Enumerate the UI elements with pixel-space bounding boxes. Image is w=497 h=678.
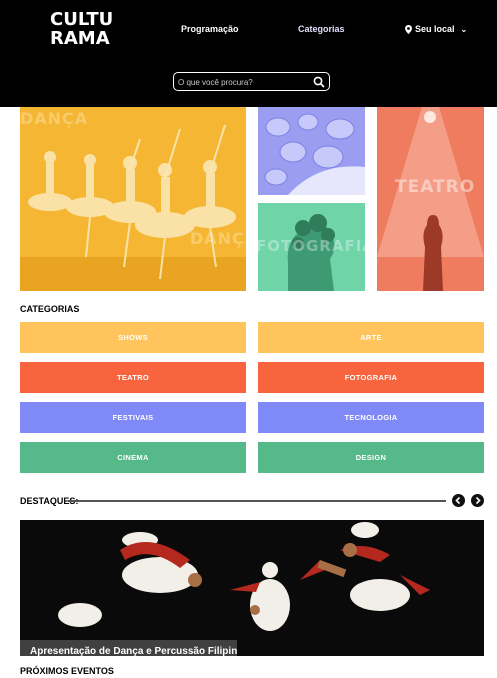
categories-title: CATEGORIAS: [20, 304, 80, 314]
category-fotografia-button[interactable]: FOTOGRAFIA: [258, 362, 484, 393]
site-header: CULTU RAMA Programação Categorias Seu lo…: [0, 0, 497, 107]
category-arte-button[interactable]: ARTE: [258, 322, 484, 353]
chevron-down-icon: ⌄: [460, 24, 468, 34]
hero-fotografia-image[interactable]: FOTOGRAFIA: [258, 203, 365, 291]
hero-arte-image[interactable]: [258, 107, 365, 195]
category-festivais-button[interactable]: FESTIVAIS: [20, 402, 246, 433]
search-bar: [173, 72, 330, 91]
location-label: Seu local: [415, 24, 455, 34]
arrow-right-icon: [475, 496, 481, 505]
logo-line-1: CULTU: [50, 9, 114, 30]
category-cinema-button[interactable]: CINEMA: [20, 442, 246, 473]
cultura-logo[interactable]: CULTU RAMA: [50, 9, 114, 52]
hero-teatro-text: TEATRO: [395, 177, 476, 197]
search-input[interactable]: [178, 75, 308, 89]
category-shows-button[interactable]: SHOWS: [20, 322, 246, 353]
nav-programacao[interactable]: Programação: [181, 24, 239, 34]
search-icon[interactable]: [313, 76, 325, 88]
proximos-eventos-title: PRÓXIMOS EVENTOS: [20, 666, 114, 676]
hero-danca-image[interactable]: DANÇA DANÇA: [20, 107, 246, 291]
category-teatro-button[interactable]: TEATRO: [20, 362, 246, 393]
category-design-button[interactable]: DESIGN: [258, 442, 484, 473]
hero-danca-text-2: DANÇA: [190, 229, 246, 248]
category-tecnologia-button[interactable]: TECNOLOGIA: [258, 402, 484, 433]
hero-fotografia-text: FOTOGRAFIA: [258, 237, 365, 255]
hero-teatro-image[interactable]: TEATRO: [377, 107, 484, 291]
location-pin-icon: [405, 24, 412, 34]
destaques-divider: [68, 500, 446, 502]
ballet-dancers-illustration: [20, 107, 246, 291]
abstract-blue-illustration: [258, 107, 365, 195]
hero-danca-text: DANÇA: [20, 109, 89, 128]
carousel-prev-button[interactable]: [452, 494, 465, 507]
carousel-next-button[interactable]: [471, 494, 484, 507]
logo-line-2: RAMA: [50, 28, 110, 49]
location-selector[interactable]: Seu local ⌄: [405, 24, 467, 34]
featured-event-card[interactable]: Apresentação de Dança e Percussão Filipi…: [20, 520, 484, 656]
arrow-left-icon: [455, 496, 461, 505]
featured-event-caption: Apresentação de Dança e Percussão Filipi…: [20, 640, 237, 656]
dance-performance-illustration: [20, 520, 484, 656]
stage-spotlight-illustration: [377, 107, 484, 291]
nav-categorias[interactable]: Categorias: [298, 24, 345, 34]
